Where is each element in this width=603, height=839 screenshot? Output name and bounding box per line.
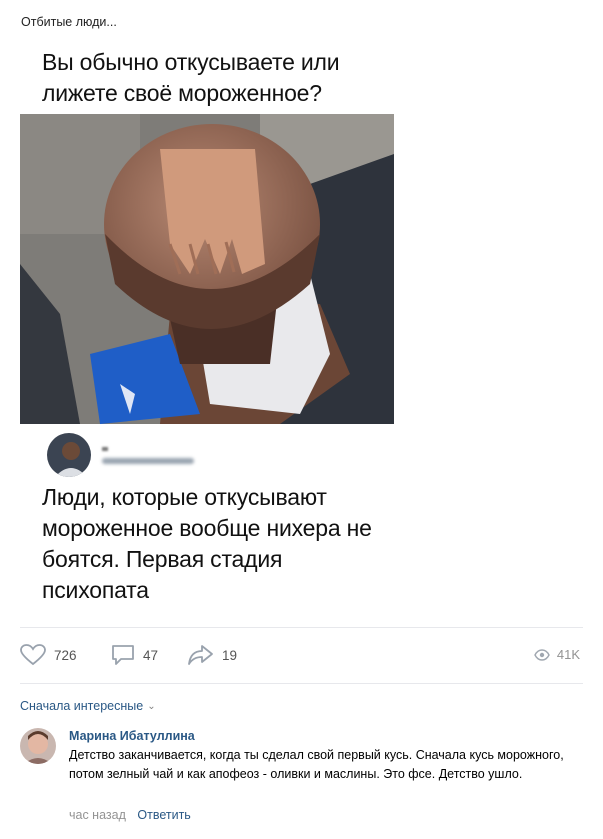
reply-button[interactable]: Ответить — [137, 808, 190, 822]
share-icon — [188, 645, 213, 665]
comment-meta: час назад Ответить — [69, 808, 191, 822]
heart-icon — [20, 644, 46, 666]
meme-image[interactable]: Вы обычно откусываете или лижете своё мо… — [20, 37, 394, 609]
comment-text: Детство заканчивается, когда ты сделал с… — [69, 748, 564, 781]
chevron-down-icon: ⌄ — [147, 700, 156, 712]
post-caption: Отбитые люди... — [21, 15, 117, 29]
eye-icon — [534, 648, 550, 661]
tweet-text: Люди, которые откусывают мороженное вооб… — [42, 484, 372, 603]
divider — [20, 627, 583, 628]
comments-sort-dropdown[interactable]: Сначала интересные ⌄ — [20, 699, 156, 713]
comment-count: 47 — [143, 647, 159, 663]
comment-button[interactable]: 47 — [111, 644, 158, 666]
like-button[interactable]: 726 — [20, 644, 77, 666]
meme-question: Вы обычно откусываете или лижете своё мо… — [42, 49, 340, 106]
comment-author-avatar[interactable] — [20, 728, 56, 764]
like-count: 726 — [54, 647, 77, 663]
comment-icon — [112, 645, 134, 665]
tweet-author-avatar — [47, 433, 91, 477]
sort-label: Сначала интересные — [20, 699, 144, 713]
share-button[interactable]: 19 — [188, 644, 237, 666]
divider — [20, 683, 583, 684]
view-count: 41K — [556, 647, 580, 662]
post-actions: 726 47 19 41K — [20, 644, 583, 668]
ice-cream-photo — [20, 114, 394, 424]
tweet-author-handle-blurred — [102, 458, 194, 464]
view-counter: 41K — [534, 647, 580, 662]
tweet-author-name-blurred — [102, 447, 108, 451]
comment-time[interactable]: час назад — [69, 808, 126, 822]
comment-author-name[interactable]: Марина Ибатуллина — [69, 729, 195, 743]
share-count: 19 — [222, 647, 238, 663]
